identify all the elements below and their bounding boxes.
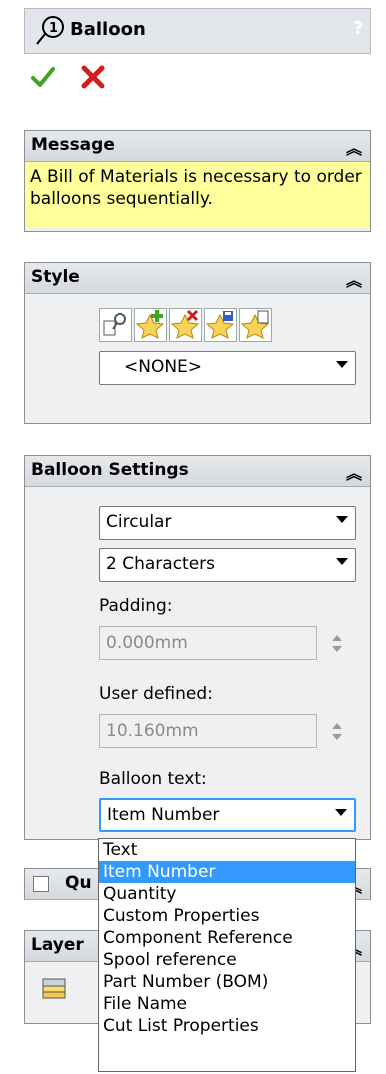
padding-label: Padding: (99, 596, 173, 616)
chevron-down-icon (336, 558, 348, 565)
dropdown-option[interactable]: Spool reference (99, 949, 355, 971)
help-button[interactable]: ? (353, 18, 363, 39)
style-header-label: Style (31, 267, 80, 287)
message-header-label: Message (31, 135, 115, 155)
user-defined-spinner[interactable] (323, 714, 351, 748)
dropdown-option[interactable]: Custom Properties (99, 905, 355, 927)
balloon-text-select[interactable]: Item Number (99, 798, 356, 832)
quantity-checkbox[interactable] (33, 876, 49, 892)
spin-up-icon (332, 635, 342, 641)
delete-style-icon[interactable] (169, 308, 202, 342)
dropdown-option[interactable]: Quantity (99, 883, 355, 905)
style-header[interactable]: Style ︽ (25, 263, 370, 294)
collapse-chevron-icon[interactable]: ︽ (346, 267, 362, 291)
balloon-text-label: Balloon text: (99, 769, 207, 789)
style-select[interactable]: <NONE> (99, 351, 356, 385)
dropdown-option[interactable]: File Name (99, 993, 355, 1015)
message-text: A Bill of Materials is necessary to orde… (25, 162, 370, 228)
cancel-button[interactable] (80, 64, 106, 90)
spin-down-icon (332, 646, 342, 652)
balloon-size-value: 2 Characters (106, 554, 216, 574)
padding-spinner[interactable] (323, 626, 351, 660)
load-style-icon[interactable] (239, 308, 272, 342)
message-header[interactable]: Message ︽ (25, 131, 370, 162)
style-group: Style ︽ <NONE> (24, 262, 371, 424)
layer-header-label: Layer (31, 935, 84, 955)
balloon-icon: 1 (34, 14, 66, 46)
chevron-down-icon (335, 809, 347, 816)
dropdown-option[interactable]: Part Number (BOM) (99, 971, 355, 993)
user-defined-label: User defined: (99, 684, 213, 704)
add-style-icon[interactable] (134, 308, 167, 342)
dropdown-list: Text Item Number Quantity Custom Properties… (99, 839, 355, 1037)
collapse-chevron-icon[interactable]: ︽ (346, 135, 362, 159)
quantity-header-label: Qu (65, 873, 92, 893)
collapse-chevron-icon[interactable]: ︽ (346, 460, 362, 484)
chevron-down-icon (336, 516, 348, 523)
dropdown-option[interactable]: Item Number (99, 861, 355, 883)
spin-down-icon (332, 734, 342, 740)
chevron-down-icon (336, 361, 348, 368)
balloon-settings-header[interactable]: Balloon Settings ︽ (25, 456, 370, 487)
balloon-text-dropdown[interactable]: Text Item Number Quantity Custom Properties… (98, 838, 356, 1072)
user-defined-input[interactable]: 10.160mm (99, 714, 317, 748)
dropdown-option[interactable]: Cut List Properties (99, 1015, 355, 1037)
dropdown-option[interactable]: Text (99, 839, 355, 861)
dropdown-option[interactable]: Component Reference (99, 927, 355, 949)
apply-style-icon[interactable] (99, 308, 132, 342)
balloon-size-select[interactable]: 2 Characters (99, 548, 356, 582)
panel-title: Balloon (70, 19, 146, 40)
balloon-shape-select[interactable]: Circular (99, 506, 356, 540)
spin-up-icon (332, 723, 342, 729)
style-select-value: <NONE> (124, 357, 203, 377)
balloon-shape-value: Circular (106, 512, 172, 532)
message-group: Message ︽ A Bill of Materials is necessa… (24, 130, 371, 232)
ok-button[interactable] (30, 64, 56, 90)
save-style-icon[interactable] (204, 308, 237, 342)
balloon-settings-header-label: Balloon Settings (31, 460, 189, 480)
padding-input[interactable]: 0.000mm (99, 626, 317, 660)
svg-text:1: 1 (49, 21, 58, 36)
balloon-settings-group: Balloon Settings ︽ Circular 2 Characters… (24, 455, 371, 840)
layer-icon (39, 977, 69, 1001)
balloon-text-value: Item Number (107, 805, 220, 825)
